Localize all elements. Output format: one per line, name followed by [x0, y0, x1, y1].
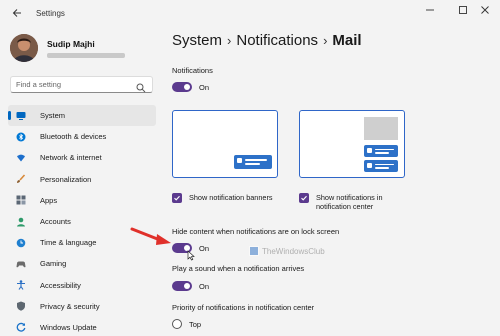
show-banners-checkbox[interactable] — [172, 193, 182, 203]
back-arrow-icon[interactable] — [6, 2, 28, 24]
search-box[interactable] — [10, 76, 153, 93]
sidebar-item-network[interactable]: Network & internet — [8, 147, 156, 168]
show-in-center-checkbox[interactable] — [299, 193, 309, 203]
watermark: TheWindowsClub — [249, 246, 325, 256]
show-in-center-label-line1: Show notifications in — [316, 193, 383, 202]
gamepad-icon — [16, 259, 26, 269]
sidebar-item-windows-update[interactable]: Windows Update — [8, 317, 156, 336]
sidebar-item-label: Accessibility — [40, 280, 81, 290]
accessibility-icon — [16, 280, 26, 290]
avatar — [10, 34, 38, 62]
show-in-center-row: Show notifications in notification cente… — [299, 193, 383, 211]
main-content: System › Notifications › Mail Notifications … — [162, 26, 500, 336]
account-icon — [16, 217, 26, 227]
search-icon — [136, 80, 146, 93]
show-banners-label: Show notification banners — [189, 193, 273, 202]
sidebar-item-label: Network & internet — [40, 153, 102, 163]
banner-preview-card — [234, 155, 272, 169]
notifications-toggle-row: On — [172, 82, 209, 92]
center-preview-card-2 — [364, 160, 398, 172]
sidebar-item-personalization[interactable]: Personalization — [8, 169, 156, 190]
priority-label: Priority of notifications in notificatio… — [172, 303, 315, 312]
sidebar-item-label: Bluetooth & devices — [40, 132, 107, 142]
toggle-state-text: On — [199, 82, 210, 92]
toggle-state-text: On — [199, 281, 210, 291]
sidebar-item-label: Personalization — [40, 174, 92, 184]
wifi-icon — [16, 153, 26, 163]
brush-icon — [16, 174, 26, 184]
watermark-logo-icon — [249, 246, 259, 256]
breadcrumb: System › Notifications › Mail — [172, 32, 362, 49]
sidebar-item-label: Accounts — [40, 217, 71, 227]
sidebar-item-label: Time & language — [40, 238, 97, 248]
hide-content-label: Hide content when notifications are on l… — [172, 227, 340, 236]
show-banners-row: Show notification banners — [172, 193, 273, 203]
sidebar-item-system[interactable]: System — [8, 105, 156, 127]
system-icon — [16, 111, 26, 121]
sidebar-item-label: Apps — [40, 195, 58, 205]
sidebar-item-privacy[interactable]: Privacy & security — [8, 296, 156, 317]
breadcrumb-separator: › — [227, 33, 232, 48]
notifications-label: Notifications — [172, 66, 213, 75]
sidebar-item-bluetooth[interactable]: Bluetooth & devices — [8, 126, 156, 147]
mouse-cursor-icon — [187, 250, 195, 261]
sidebar-item-label: System — [40, 111, 66, 121]
sound-toggle-row: On — [172, 281, 209, 291]
breadcrumb-system[interactable]: System — [172, 32, 222, 49]
search-input[interactable] — [16, 80, 134, 89]
sidebar-nav: System Bluetooth & devices Network & int… — [8, 105, 156, 336]
sidebar-item-apps[interactable]: Apps — [8, 190, 156, 211]
shield-icon — [16, 301, 26, 311]
priority-top-label: Top — [189, 319, 202, 329]
preview-panel — [364, 117, 398, 140]
sidebar-item-label: Privacy & security — [40, 301, 100, 311]
sidebar-item-label: Gaming — [40, 259, 67, 269]
user-name: Sudip Majhi — [47, 38, 95, 49]
breadcrumb-current-mail: Mail — [332, 32, 362, 49]
notifications-toggle[interactable] — [172, 82, 192, 92]
breadcrumb-separator: › — [323, 33, 328, 48]
show-in-center-label: Show notifications in notification cente… — [316, 193, 383, 211]
user-email-redacted — [47, 52, 125, 58]
notification-center-preview-image — [299, 110, 405, 178]
sidebar-item-gaming[interactable]: Gaming — [8, 253, 156, 274]
show-in-center-label-line2: notification center — [316, 202, 374, 211]
center-preview-card-1 — [364, 145, 398, 157]
globe-clock-icon — [16, 238, 26, 248]
banner-preview-image — [172, 110, 278, 178]
app-title: Settings — [36, 8, 65, 18]
sound-toggle[interactable] — [172, 281, 192, 291]
breadcrumb-notifications[interactable]: Notifications — [236, 32, 318, 49]
annotation-arrow-icon — [130, 227, 171, 245]
priority-top-row: Top — [172, 319, 201, 329]
toggle-state-text: On — [199, 243, 210, 253]
close-icon[interactable] — [470, 0, 500, 20]
sidebar: Sudip Majhi System Bluetooth & devices N — [0, 26, 162, 336]
sidebar-item-label: Windows Update — [40, 322, 97, 332]
priority-top-radio[interactable] — [172, 319, 182, 329]
apps-icon — [16, 195, 26, 205]
user-profile[interactable]: Sudip Majhi — [10, 34, 125, 62]
watermark-text: TheWindowsClub — [262, 246, 325, 256]
sound-label: Play a sound when a notification arrives — [172, 264, 305, 273]
minimize-icon[interactable] — [415, 0, 445, 20]
update-icon — [16, 322, 26, 333]
sidebar-item-accessibility[interactable]: Accessibility — [8, 275, 156, 296]
bluetooth-icon — [16, 132, 26, 142]
